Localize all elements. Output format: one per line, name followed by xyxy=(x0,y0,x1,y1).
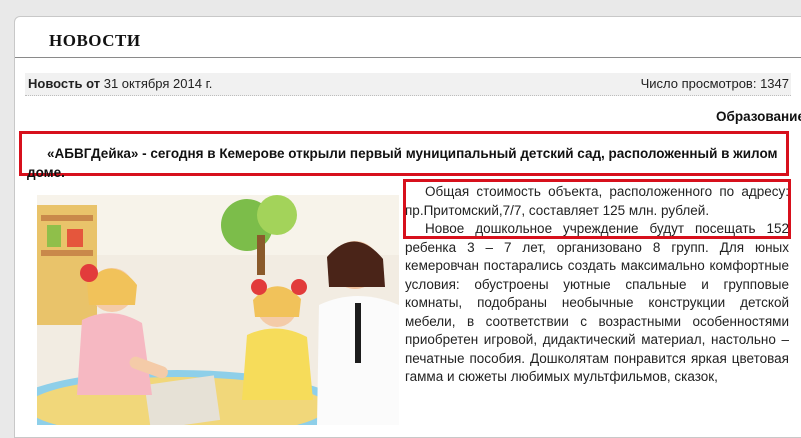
news-meta-bar: Новость от 31 октября 2014 г. Число прос… xyxy=(25,73,791,96)
news-photo xyxy=(37,195,399,425)
news-date-label: Новость от xyxy=(28,76,101,91)
news-date: Новость от 31 октября 2014 г. xyxy=(28,76,212,91)
news-panel: НОВОСТИ Новость от 31 октября 2014 г. Чи… xyxy=(14,16,801,438)
news-category[interactable]: Образование xyxy=(716,109,801,124)
header-divider xyxy=(15,57,801,58)
views-count: 1347 xyxy=(760,76,789,91)
section-title: НОВОСТИ xyxy=(49,31,141,50)
news-date-value: 31 октября 2014 г. xyxy=(103,76,213,91)
views-label: Число просмотров: xyxy=(640,76,757,91)
views-counter: Число просмотров: 1347 xyxy=(641,76,789,91)
news-headline: «АБВГДейка» - сегодня в Кемерове открыли… xyxy=(27,146,778,180)
cost-highlight-box xyxy=(403,179,791,239)
news-paragraph-details: Новое дошкольное учреждение будут посеща… xyxy=(405,221,789,384)
